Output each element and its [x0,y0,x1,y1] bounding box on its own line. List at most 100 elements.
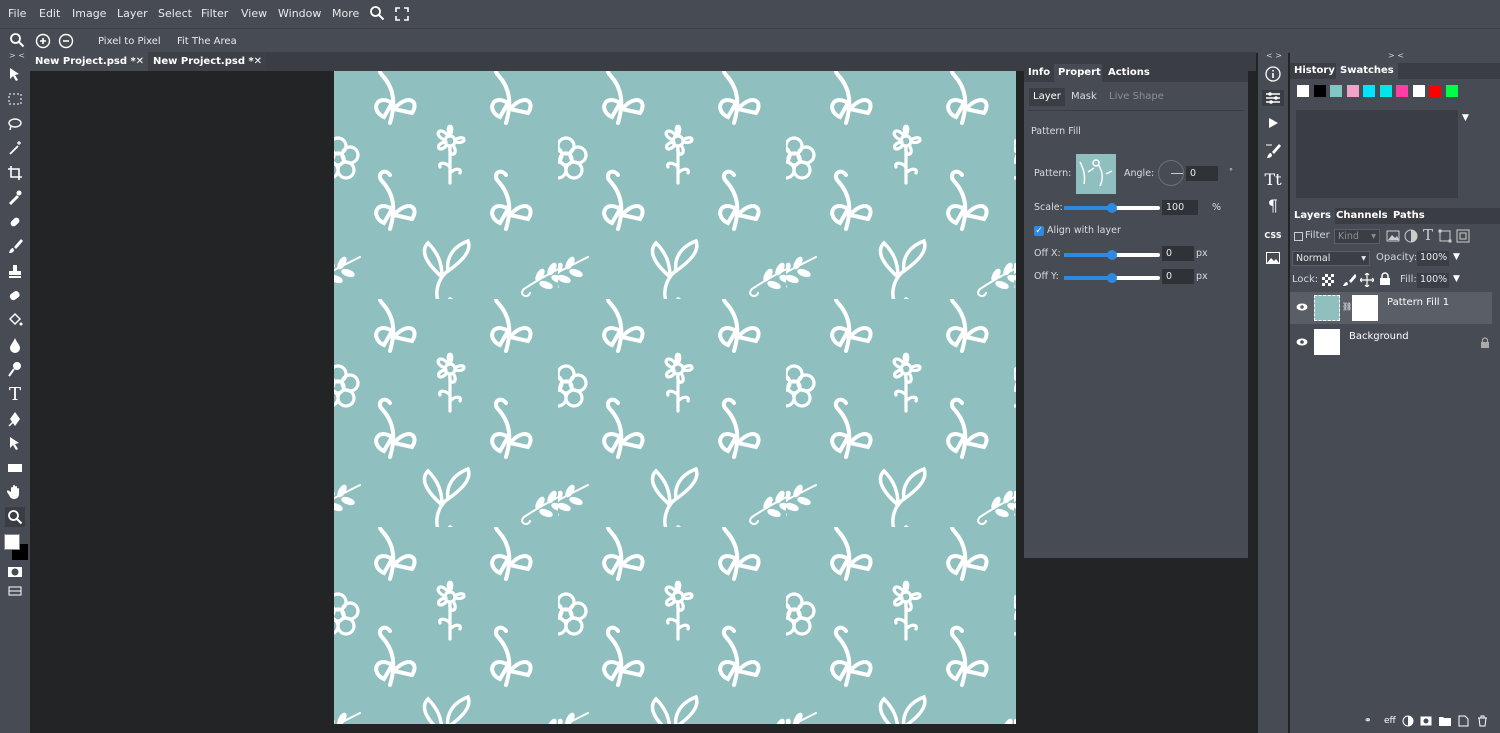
offx-slider[interactable] [1064,250,1160,260]
offx-slider-handle[interactable] [1107,250,1117,260]
color-swatch[interactable] [1346,85,1359,97]
filter-shape-icon[interactable] [1438,229,1452,246]
filter-adjustment-icon[interactable] [1404,229,1418,246]
brush-settings-icon[interactable] [1265,143,1281,159]
color-swatch[interactable] [1379,85,1392,97]
screen-mode-icon[interactable] [5,581,25,601]
fit-the-area-button[interactable]: Fit The Area [177,36,237,47]
zoom-out-icon[interactable] [58,33,74,52]
menu-image[interactable]: Image [72,7,106,20]
scale-slider[interactable] [1064,203,1160,213]
menu-layer[interactable]: Layer [117,7,148,20]
menu-select[interactable]: Select [158,7,192,20]
lasso-tool-icon[interactable] [5,114,25,134]
tab-actions[interactable]: Actions [1104,64,1154,82]
info-icon[interactable] [1265,66,1281,82]
blur-tool-icon[interactable] [5,335,25,355]
color-swatch[interactable] [1313,85,1326,97]
color-swatch[interactable] [1363,85,1375,97]
subtab-live-shape[interactable]: Live Shape [1105,88,1168,106]
filter-type-icon[interactable]: T [1423,226,1433,244]
layer-effects-button[interactable]: eff [1384,716,1396,726]
menu-view[interactable]: View [241,7,267,20]
add-mask-icon[interactable] [1420,716,1432,729]
new-group-icon[interactable] [1439,716,1451,729]
crop-tool-icon[interactable] [5,163,25,183]
close-icon[interactable]: ✕ [136,52,144,71]
kind-select[interactable]: Kind ▾ [1334,229,1380,244]
zoom-tool-icon[interactable] [5,507,25,527]
lock-transparency-icon[interactable] [1322,274,1334,286]
delete-layer-icon[interactable] [1477,715,1488,730]
lock-position-icon[interactable] [1359,272,1375,290]
quick-mask-icon[interactable] [5,562,25,582]
tab-paths[interactable]: Paths [1389,208,1429,224]
dodge-tool-icon[interactable] [5,359,25,379]
menu-filter[interactable]: Filter [201,7,228,20]
tab-properties[interactable]: Propert [1054,64,1102,82]
offy-input[interactable]: 0 [1162,269,1194,284]
filter-checkbox[interactable] [1294,232,1303,241]
document-tab[interactable]: New Project.psd * ✕ [148,52,266,71]
hand-tool-icon[interactable] [5,482,25,502]
filter-smart-object-icon[interactable] [1456,229,1470,246]
eyedropper-icon[interactable] [5,187,25,207]
lock-pixels-icon[interactable] [1342,273,1357,290]
subtab-layer[interactable]: Layer [1029,88,1065,106]
layer-row[interactable]: Background [1290,325,1492,357]
eye-icon[interactable] [1296,302,1308,315]
menu-more[interactable]: More [332,7,359,20]
shape-tool-icon[interactable] [5,458,25,478]
collapse-toggle[interactable]: > < [9,51,25,60]
zoom-in-icon[interactable] [35,33,51,52]
pixel-to-pixel-button[interactable]: Pixel to Pixel [98,36,161,47]
character-icon[interactable]: Tt [1264,170,1281,189]
scale-input[interactable]: 100 [1162,200,1198,215]
layer-row[interactable]: ⛓ Pattern Fill 1 [1290,292,1492,324]
search-icon[interactable] [369,5,385,24]
pattern-thumbnail[interactable] [1076,154,1116,194]
document-tab[interactable]: New Project.psd * ✕ [30,52,148,71]
menu-edit[interactable]: Edit [39,7,60,20]
tab-layers[interactable]: Layers [1290,208,1335,224]
tab-swatches[interactable]: Swatches [1336,63,1398,79]
menu-window[interactable]: Window [278,7,321,20]
color-swatch[interactable] [1429,85,1441,97]
offy-slider-handle[interactable] [1107,273,1117,283]
eraser-tool-icon[interactable] [5,286,25,306]
color-swatch[interactable] [1445,85,1458,97]
healing-brush-icon[interactable] [5,212,25,232]
image-icon[interactable] [1265,250,1281,266]
menu-file[interactable]: File [8,7,26,20]
angle-input[interactable]: 0 [1186,166,1218,181]
type-tool-icon[interactable]: T [5,384,25,405]
align-checkbox[interactable]: ✓ [1034,226,1044,236]
path-select-icon[interactable] [5,433,25,453]
blend-mode-select[interactable]: Normal ▾ [1292,251,1370,266]
move-tool-icon[interactable] [5,64,25,84]
color-swatch[interactable] [1330,85,1342,97]
lock-all-icon[interactable] [1379,272,1391,289]
collapse-toggle[interactable]: < > [1266,51,1282,60]
fill-input[interactable]: 100% [1417,273,1449,288]
link-layers-icon[interactable]: ⚭ [1364,716,1372,726]
play-actions-icon[interactable] [1265,115,1281,131]
opacity-input[interactable]: 100% [1417,251,1449,266]
tab-channels[interactable]: Channels [1332,208,1392,224]
new-layer-icon[interactable] [1458,715,1469,730]
scale-slider-handle[interactable] [1107,203,1117,213]
layer-mask-thumbnail[interactable] [1352,295,1378,321]
magic-wand-icon[interactable] [5,138,25,158]
properties-icon[interactable] [1262,90,1284,106]
subtab-mask[interactable]: Mask [1067,88,1101,106]
paragraph-icon[interactable]: ¶ [1265,196,1281,215]
color-swatch[interactable] [1297,85,1309,97]
fullscreen-icon[interactable] [395,7,409,24]
close-icon[interactable]: ✕ [254,52,262,71]
pen-tool-icon[interactable] [5,409,25,429]
color-swatch[interactable] [1396,85,1408,97]
paint-bucket-icon[interactable] [5,310,25,330]
stamp-tool-icon[interactable] [5,261,25,281]
fill-dropdown-icon[interactable]: ▼ [1453,274,1460,284]
eye-icon[interactable] [1296,337,1308,350]
